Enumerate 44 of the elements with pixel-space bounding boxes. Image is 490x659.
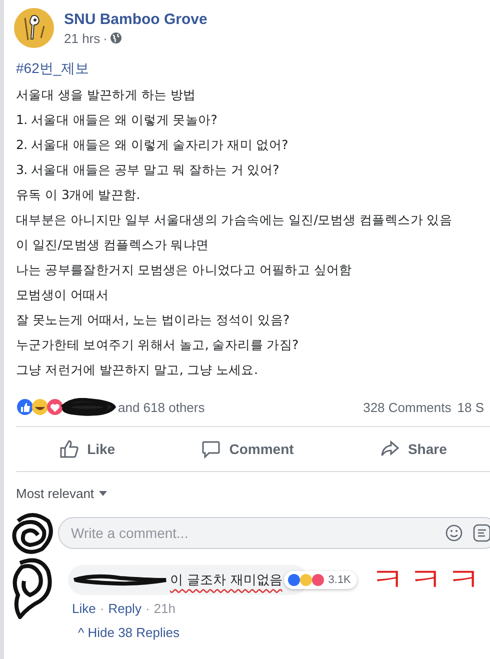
post-text-line: 대부분은 아니지만 일부 서울대생의 가슴속에는 일진/모범생 컴플렉스가 있음 xyxy=(16,211,454,229)
post-text-line: 잘 못노는게 어때서, 노는 법이라는 정석이 있음? xyxy=(16,311,290,329)
post-text-line: 모범생이 어때서 xyxy=(16,286,110,304)
comment-input-field[interactable]: Write a comment... xyxy=(69,524,435,542)
reaction-pill[interactable]: 3.1K xyxy=(284,571,357,589)
reaction-count: 3.1K xyxy=(328,574,351,586)
hashtag-link[interactable]: #62번_제보 xyxy=(16,60,480,78)
smiley-icon[interactable] xyxy=(445,524,463,542)
comment-count[interactable]: 328 Comments xyxy=(363,400,452,414)
share-button[interactable]: Share xyxy=(368,431,459,467)
meta-separator: · xyxy=(145,601,150,616)
redaction-scribble xyxy=(60,398,116,416)
post-text-line: 이 일진/모범생 컴플렉스가 뭐냐면 xyxy=(16,236,210,254)
post-text-line: 서울대 생을 발끈하게 하는 방법 xyxy=(16,86,197,104)
reaction-count[interactable]: and 618 others xyxy=(118,400,205,414)
post-text-line: 유독 이 3개에 발끈함. xyxy=(16,186,141,204)
meta-separator: · xyxy=(100,601,104,616)
speech-bubble-icon xyxy=(201,439,222,459)
post-text-line: 2. 서울대 애들은 왜 이렇게 술자리가 재미 없어? xyxy=(16,136,289,154)
post-text-line: 1. 서울대 애들은 왜 이렇게 못놀아? xyxy=(16,111,218,129)
redaction-scribble xyxy=(10,511,54,555)
comment-action-link[interactable]: Like xyxy=(72,601,96,616)
share-count[interactable]: 18 S xyxy=(457,400,484,414)
post-text-line: 나는 공부를잘한거지 모범생은 아니었다고 어필하고 싶어함 xyxy=(16,261,353,279)
comment-action-link[interactable]: Reply xyxy=(108,601,142,616)
post-time[interactable]: 21 hrs xyxy=(64,30,100,46)
post-text-line: 3. 서울대 애들은 공부 말고 뭐 잘하는 거 있어? xyxy=(16,161,280,179)
share-arrow-icon xyxy=(380,439,400,459)
time-separator: · xyxy=(103,30,108,46)
redaction-scribble xyxy=(10,557,54,619)
post-text-line: 누군가한테 보여주기 위해서 놀고, 술자리를 가짐? xyxy=(16,336,300,354)
comment-text: 이 글조차 재미없음 xyxy=(170,572,282,589)
comment-time[interactable]: 21h xyxy=(154,601,176,616)
thumbs-up-icon xyxy=(59,439,80,459)
comment-button[interactable]: Comment xyxy=(189,431,306,467)
page-name-link[interactable]: SNU Bamboo Grove xyxy=(64,10,208,28)
post-text-line: 그냥 저런거에 발끈하지 말고, 그냥 노세요. xyxy=(16,361,259,379)
handwritten-note: ㅋㅋㅋ xyxy=(370,563,485,597)
comment-input-field[interactable]: Write a comment... xyxy=(58,517,490,549)
sort-dropdown[interactable]: Most relevant xyxy=(4,472,108,501)
hide-replies-link[interactable]: ^ Hide 38 Replies xyxy=(4,619,180,640)
like-button[interactable]: Like xyxy=(47,431,128,467)
reaction-icons xyxy=(287,573,326,587)
caret-icon xyxy=(99,491,108,496)
